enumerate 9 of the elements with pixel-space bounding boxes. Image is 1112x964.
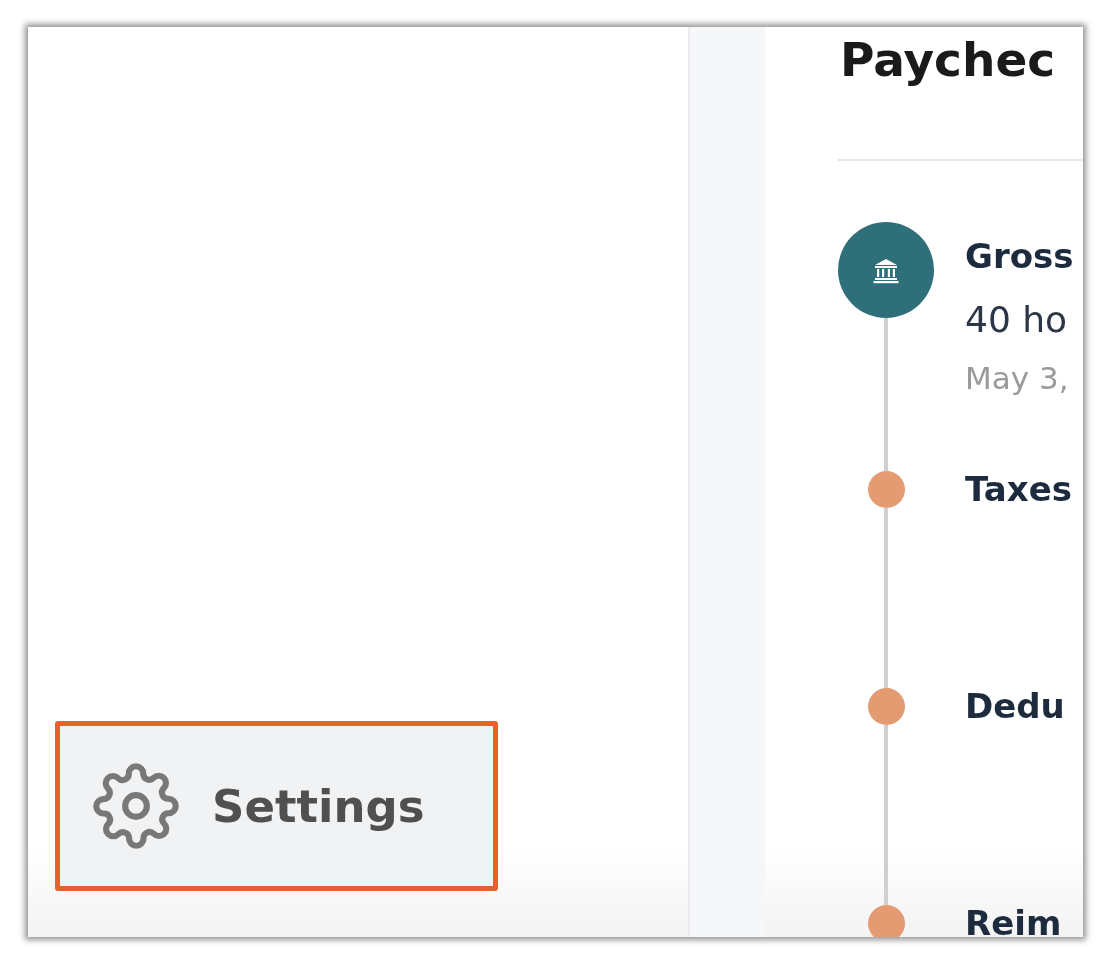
timeline-item-title: Dedu: [965, 688, 1065, 725]
timeline-item-date: May 3,: [965, 359, 1070, 397]
timeline-item-title: Taxes: [965, 471, 1072, 508]
settings-icon: [93, 763, 179, 849]
settings-button[interactable]: Settings: [55, 721, 498, 891]
timeline-item-detail: 40 ho: [965, 298, 1069, 342]
timeline-item-title: Reim: [965, 905, 1062, 937]
page-title: Paychec: [840, 33, 1057, 87]
timeline-item-title: Gross: [965, 236, 1074, 276]
